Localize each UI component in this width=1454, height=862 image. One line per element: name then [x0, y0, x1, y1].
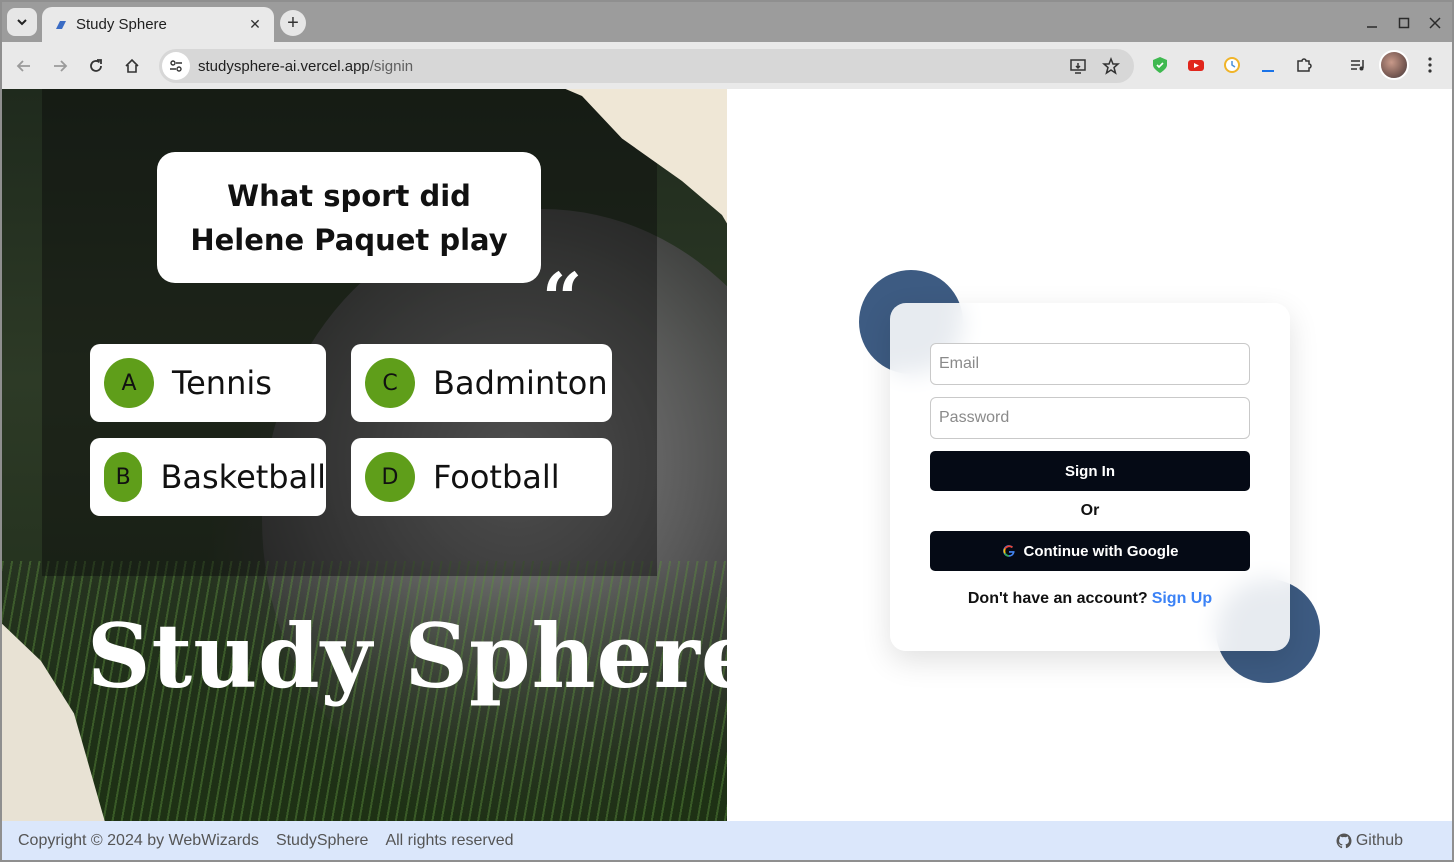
window-close-icon[interactable] [1424, 12, 1446, 34]
hero-image: What sport did Helene Paquet play “ A Te… [2, 89, 727, 821]
github-icon [1336, 833, 1352, 849]
google-button-label: Continue with Google [1023, 542, 1179, 560]
avatar[interactable] [1379, 50, 1409, 80]
option-letter: A [104, 358, 154, 408]
plus-icon[interactable]: + [280, 10, 306, 36]
quiz-option-c: C Badminton [351, 344, 612, 422]
back-icon[interactable] [12, 54, 36, 78]
quiz-question: What sport did Helene Paquet play [157, 152, 541, 283]
browser-toolbar: studysphere-ai.vercel.app/signin [2, 42, 1452, 89]
star-icon[interactable] [1099, 54, 1123, 78]
quiz-option-d: D Football [351, 438, 612, 516]
google-signin-button[interactable]: Continue with Google [930, 531, 1250, 571]
site-settings-icon[interactable] [162, 52, 190, 80]
email-field[interactable] [930, 343, 1250, 385]
forward-icon[interactable] [48, 54, 72, 78]
page-content: What sport did Helene Paquet play “ A Te… [2, 89, 1452, 821]
browser-window: Study Sphere ✕ + studysphere-ai.vercel.a… [2, 2, 1452, 860]
google-icon [1002, 545, 1015, 557]
footer-copyright: Copyright © 2024 by WebWizards [18, 831, 259, 849]
reload-icon[interactable] [84, 54, 108, 78]
option-letter: B [104, 452, 143, 502]
tab-strip: Study Sphere ✕ + [2, 2, 1452, 42]
quiz-option-a: A Tennis [90, 344, 326, 422]
signup-prompt: Don't have an account? Sign Up [930, 590, 1250, 608]
youtube-extension-icon[interactable] [1185, 54, 1207, 76]
option-label: Badminton [433, 364, 608, 402]
clock-extension-icon[interactable] [1221, 54, 1243, 76]
quiz-option-b: B Basketball [90, 438, 326, 516]
quote-icon: “ [542, 257, 583, 340]
kebab-menu-icon[interactable] [1419, 54, 1441, 76]
tab-search-icon [17, 19, 27, 26]
blue-extension-icon[interactable] [1257, 54, 1279, 76]
github-label: Github [1355, 832, 1403, 849]
url-path: /signin [369, 57, 414, 75]
maximize-icon[interactable] [1393, 12, 1415, 34]
hero-brand-title: Study Sphere [87, 604, 727, 708]
github-link[interactable]: Github [1336, 832, 1420, 850]
minimize-icon[interactable] [1361, 12, 1383, 34]
or-divider: Or [1080, 502, 1100, 519]
chrome-tab-favicon [54, 18, 68, 32]
url-text: studysphere-ai.vercel.app/signin [198, 58, 413, 75]
page-footer: Copyright © 2024 by WebWizards StudySphe… [2, 821, 1452, 860]
footer-rights: All rights reserved [385, 831, 514, 849]
no-account-text: Don't have an account? [967, 590, 1148, 607]
home-icon[interactable] [120, 54, 144, 78]
password-field[interactable] [930, 397, 1250, 439]
install-icon[interactable] [1066, 54, 1090, 78]
option-label: Tennis [172, 364, 272, 402]
option-letter: D [365, 452, 415, 502]
option-label: Football [433, 458, 560, 496]
shield-extension-icon[interactable] [1149, 54, 1171, 76]
tab-title: Study Sphere [76, 16, 167, 33]
address-bar[interactable]: studysphere-ai.vercel.app/signin [159, 49, 1134, 83]
url-domain: studysphere-ai.vercel.app [198, 57, 370, 75]
option-label: Basketball [160, 458, 326, 496]
tab-study-sphere[interactable]: Study Sphere ✕ [42, 7, 274, 42]
signup-link[interactable]: Sign Up [1152, 590, 1212, 607]
tab-search-button[interactable] [7, 8, 37, 36]
footer-brand: StudySphere [275, 831, 369, 849]
media-icon[interactable] [1347, 54, 1369, 76]
signin-button[interactable]: Sign In [930, 451, 1250, 491]
puzzle-icon[interactable] [1293, 54, 1315, 76]
close-icon[interactable]: ✕ [246, 16, 264, 34]
option-letter: C [365, 358, 415, 408]
signin-card: Sign In Or Continue with Google Don't ha… [890, 303, 1290, 651]
